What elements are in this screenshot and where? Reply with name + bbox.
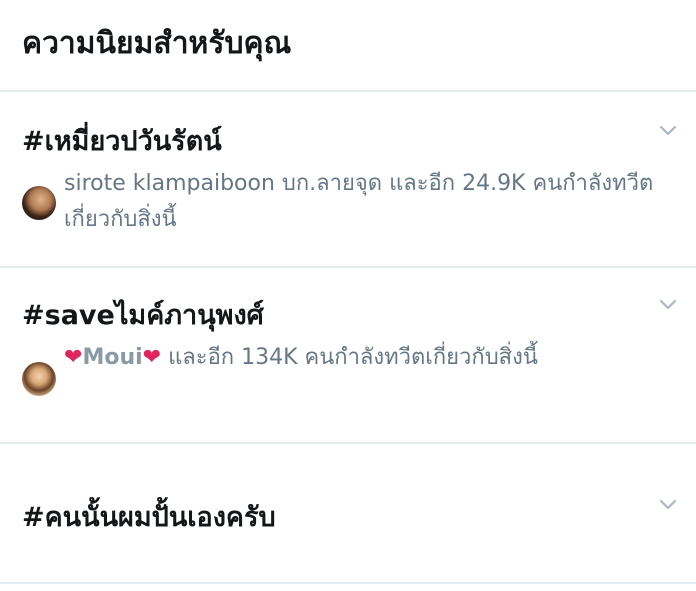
context-user: sirote klampaiboon บก.ลายจุด: [64, 171, 383, 196]
trend-item[interactable]: #saveไมค์ภานุพงศ์ ❤Moui❤ และอีก 134K คนก…: [0, 268, 696, 444]
avatar[interactable]: [22, 362, 56, 396]
heart-icon: ❤: [64, 345, 83, 370]
context-text: และอีก 134K คนกำลังทวีตเกี่ยวกับสิ่งนี้: [161, 345, 538, 370]
trend-context: ❤Moui❤ และอีก 134K คนกำลังทวีตเกี่ยวกับส…: [64, 340, 676, 376]
trend-hashtag[interactable]: #saveไมค์ภานุพงศ์: [22, 296, 264, 336]
trend-item[interactable]: #คนนั้นผมปั้นเองครับ: [0, 444, 696, 584]
trend-hashtag[interactable]: #คนนั้นผมปั้นเองครับ: [22, 498, 276, 538]
trend-item[interactable]: #เหมี่ยวปวันรัตน์ sirote klampaiboon บก.…: [0, 92, 696, 268]
avatar[interactable]: [22, 186, 56, 220]
section-title: ความนิยมสำหรับคุณ: [22, 26, 292, 61]
chevron-down-icon[interactable]: [658, 120, 678, 140]
chevron-down-icon[interactable]: [658, 494, 678, 514]
trend-context: sirote klampaiboon บก.ลายจุด และอีก 24.9…: [64, 166, 676, 238]
section-header: ความนิยมสำหรับคุณ: [0, 0, 696, 92]
context-user: Moui: [82, 345, 143, 370]
heart-icon: ❤: [142, 345, 162, 370]
chevron-down-icon[interactable]: [658, 294, 678, 314]
trend-hashtag[interactable]: #เหมี่ยวปวันรัตน์: [22, 122, 222, 162]
